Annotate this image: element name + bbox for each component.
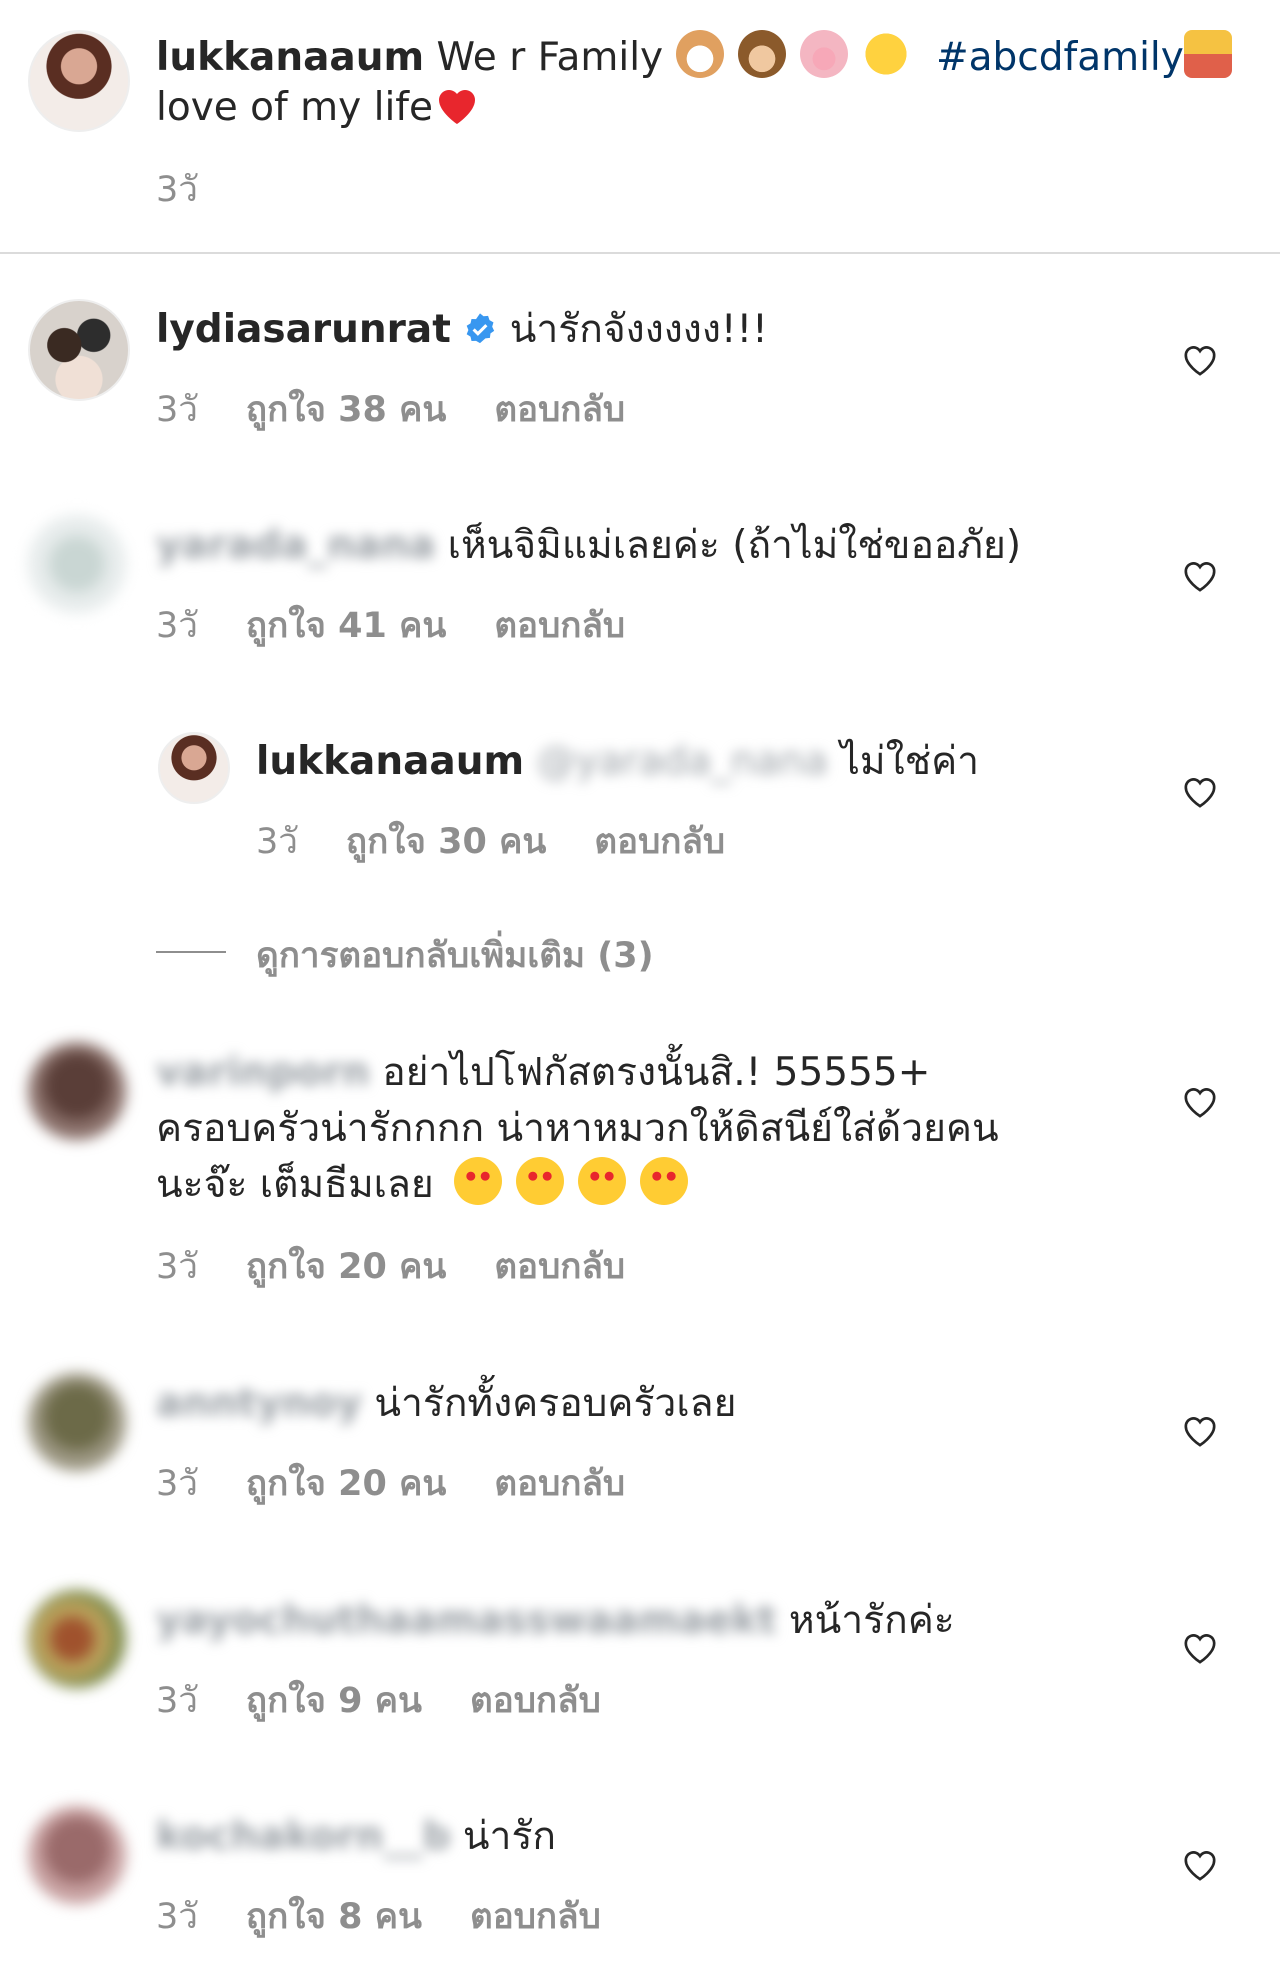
comment-time: 3วั (156, 606, 198, 646)
comment-text: หน้ารักค่ะ (788, 1598, 955, 1643)
monkey-face-emoji (737, 30, 786, 78)
comment-avatar[interactable] (28, 515, 126, 613)
comment-text: เห็นจิมิแม่เลยค่ะ (ถ้าไม่ใช่ขออภัย) (447, 523, 1022, 568)
comment-username[interactable]: lydiasarunrat (156, 307, 451, 352)
comment-meta: 3วั ถูกใจ 20 คน ตอบกลับ (156, 1239, 673, 1294)
comment-meta: 3วั ถูกใจ 41 คน ตอบกลับ (156, 598, 673, 653)
comment-text-line-3: นะจ๊ะ เต็มธีมเลย (156, 1157, 1090, 1213)
heart-icon[interactable] (1180, 772, 1220, 812)
post-author-username[interactable]: lukkanaaum (156, 35, 424, 80)
comment-text-row: kochakorn__b น่ารัก (156, 1809, 1090, 1865)
comment-time: 3วั (156, 1897, 198, 1937)
chick-emoji (861, 30, 910, 78)
comment-avatar[interactable] (28, 1806, 126, 1904)
caption-text-2: love of my life (156, 85, 434, 130)
dog-face-emoji (675, 30, 724, 78)
reply-button[interactable]: ตอบกลับ (494, 390, 625, 430)
pig-face-emoji (799, 30, 848, 78)
reply-text: ไม่ใช่ค่า (840, 739, 980, 784)
comment-likes[interactable]: ถูกใจ 41 คน (246, 606, 446, 646)
reply-time: 3วั (256, 822, 298, 862)
comment-text: อย่าไปโฟกัสตรงนั้นสิ.! 55555+ (382, 1050, 931, 1095)
comment-text: น่ารักจังงงงง!!! (509, 307, 768, 352)
comment-meta: 3วั ถูกใจ 8 คน ตอบกลับ (156, 1889, 649, 1944)
family-emoji (1183, 30, 1232, 78)
heart-icon[interactable] (1180, 556, 1220, 596)
comment-likes[interactable]: ถูกใจ 20 คน (246, 1464, 446, 1504)
comment-time: 3วั (156, 390, 198, 430)
reply-username[interactable]: lukkanaaum (256, 739, 524, 784)
comment-text-row: yarada_nana เห็นจิมิแม่เลยค่ะ (ถ้าไม่ใช่… (156, 518, 1090, 574)
comment-avatar[interactable] (28, 299, 130, 401)
comment-likes[interactable]: ถูกใจ 20 คน (246, 1247, 446, 1287)
reply-meta: 3วั ถูกใจ 30 คน ตอบกลับ (256, 814, 773, 869)
comment-text-3: นะจ๊ะ เต็มธีมเลย (156, 1162, 434, 1207)
heart-icon[interactable] (1180, 1845, 1220, 1885)
view-more-line (156, 951, 226, 953)
comment-likes[interactable]: ถูกใจ 9 คน (246, 1681, 422, 1721)
comment-text-row: lydiasarunrat น่ารักจังงงงง!!! (156, 302, 1090, 358)
comment-time: 3วั (156, 1464, 198, 1504)
reply-button[interactable]: ตอบกลับ (594, 822, 725, 862)
hashtag-link[interactable]: #abcdfamily (936, 35, 1184, 80)
heart-icon[interactable] (1180, 1082, 1220, 1122)
comment-likes[interactable]: ถูกใจ 38 คน (246, 390, 446, 430)
heart-icon[interactable] (1180, 1411, 1220, 1451)
heart-eyes-emoji (578, 1157, 627, 1205)
comment-text-line-2: ครอบครัวน่ารักกกก น่าหาหมวกให้ดิสนีย์ใส่… (156, 1106, 999, 1151)
post-meta: 3วั (156, 162, 246, 217)
comment-time: 3วั (156, 1247, 198, 1287)
comment-text-row: varinporn อย่าไปโฟกัสตรงนั้นสิ.! 55555+ (156, 1045, 1090, 1101)
comment-text-row: yayochuthaamasswaamaekt หน้ารักค่ะ (156, 1593, 1090, 1649)
post-caption: lukkanaaum We r Family #abcdfamily (156, 30, 1232, 86)
comment-avatar[interactable] (28, 1042, 126, 1140)
comment-meta: 3วั ถูกใจ 20 คน ตอบกลับ (156, 1456, 673, 1511)
reply-button[interactable]: ตอบกลับ (494, 1464, 625, 1504)
heart-eyes-emoji (640, 1157, 689, 1205)
comment-username[interactable]: yayochuthaamasswaamaekt (156, 1598, 776, 1643)
post-author-avatar[interactable] (28, 30, 130, 132)
heart-eyes-emoji (516, 1157, 565, 1205)
view-more-replies-button[interactable]: ดูการตอบกลับเพิ่มเติม (3) (256, 928, 654, 983)
heart-icon[interactable] (1180, 1628, 1220, 1668)
reply-likes[interactable]: ถูกใจ 30 คน (346, 822, 546, 862)
reply-button[interactable]: ตอบกลับ (494, 1247, 625, 1287)
red-heart-emoji (439, 90, 476, 124)
comment-time: 3วั (156, 1681, 198, 1721)
heart-eyes-emoji (454, 1157, 503, 1205)
comment-username[interactable]: kochakorn__b (156, 1814, 450, 1859)
post-time: 3วั (156, 170, 198, 210)
comment-meta: 3วั ถูกใจ 38 คน ตอบกลับ (156, 382, 673, 437)
caption-text: We r Family (436, 35, 664, 80)
comment-avatar[interactable] (28, 1590, 126, 1688)
verified-badge-icon (466, 313, 495, 344)
reply-mention[interactable]: @yarada_nana (537, 739, 828, 784)
comment-username[interactable]: anntynoy (156, 1381, 362, 1426)
reply-text-row: lukkanaaum @yarada_nana ไม่ใช่ค่า (256, 734, 1090, 790)
comment-likes[interactable]: ถูกใจ 8 คน (246, 1897, 422, 1937)
caption-line-2: love of my life (156, 80, 1090, 136)
comment-avatar[interactable] (28, 1373, 126, 1471)
heart-icon[interactable] (1180, 340, 1220, 380)
reply-avatar[interactable] (158, 732, 230, 804)
comment-text: น่ารัก (462, 1814, 557, 1859)
comment-username[interactable]: yarada_nana (156, 523, 435, 568)
reply-button[interactable]: ตอบกลับ (470, 1681, 601, 1721)
reply-button[interactable]: ตอบกลับ (470, 1897, 601, 1937)
comment-text: น่ารักทั้งครอบครัวเลย (374, 1381, 737, 1426)
comment-meta: 3วั ถูกใจ 9 คน ตอบกลับ (156, 1673, 649, 1728)
reply-button[interactable]: ตอบกลับ (494, 606, 625, 646)
comment-username[interactable]: varinporn (156, 1050, 370, 1095)
comment-text-row: anntynoy น่ารักทั้งครอบครัวเลย (156, 1376, 1090, 1432)
caption-divider (0, 252, 1280, 254)
